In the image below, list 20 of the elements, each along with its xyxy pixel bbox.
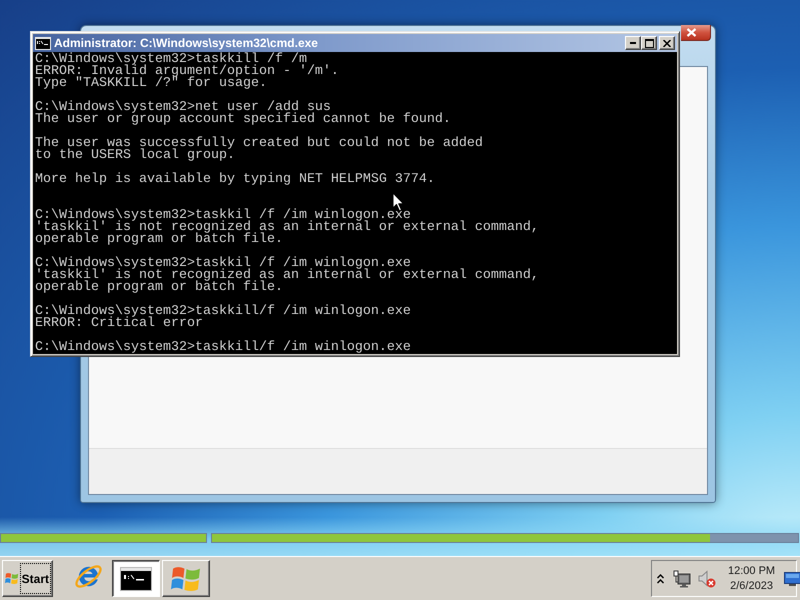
console-icon (35, 36, 51, 50)
maximize-icon (644, 38, 654, 48)
windows-flag-icon (5, 570, 19, 587)
maximize-button[interactable] (641, 36, 657, 50)
console-icon (120, 566, 152, 590)
minimize-button[interactable] (625, 36, 641, 50)
console-output: C:\Windows\system32>taskkill /f /m ERROR: Invalid argument/option - '/m'. Type "TASKKILL /?" for usage. C:\Windows\system32>net user /add sus The user or group account specified cannot be found. The user was successfully created but could not be added to the USERS local group. More help is available by typing NET HELPMSG 3774. C:\Windows\system32>taskkil /f /im winlogon.exe 'taskkil' is not recognized as an internal or external command, operable program or batch file. C:\Windows\system32>taskkil /f /im winlogon.exe 'taskkil' is not recognized as an internal or external command, operable program or batch file. C:\Windows\system32>taskkill/f /im winlogon.exe ERROR: Critical error C:\Windows\system32>taskkill/f /im winlogon.exe (33, 52, 677, 354)
clock-date: 2/6/2023 (730, 580, 773, 592)
monitor-icon[interactable] (784, 572, 800, 586)
start-button[interactable]: Start (2, 560, 53, 597)
clock-time: 12:00 PM (728, 565, 776, 577)
network-icon[interactable] (673, 570, 691, 588)
taskbar-button[interactable] (112, 560, 160, 597)
close-button[interactable] (681, 25, 711, 41)
chevron-up-icon[interactable] (657, 574, 664, 584)
close-icon (663, 40, 671, 46)
window-title: Administrator: C:\Windows\system32\cmd.exe (54, 36, 318, 50)
minimize-icon (630, 42, 636, 44)
speaker-icon[interactable] (698, 570, 716, 588)
close-icon (686, 28, 697, 37)
